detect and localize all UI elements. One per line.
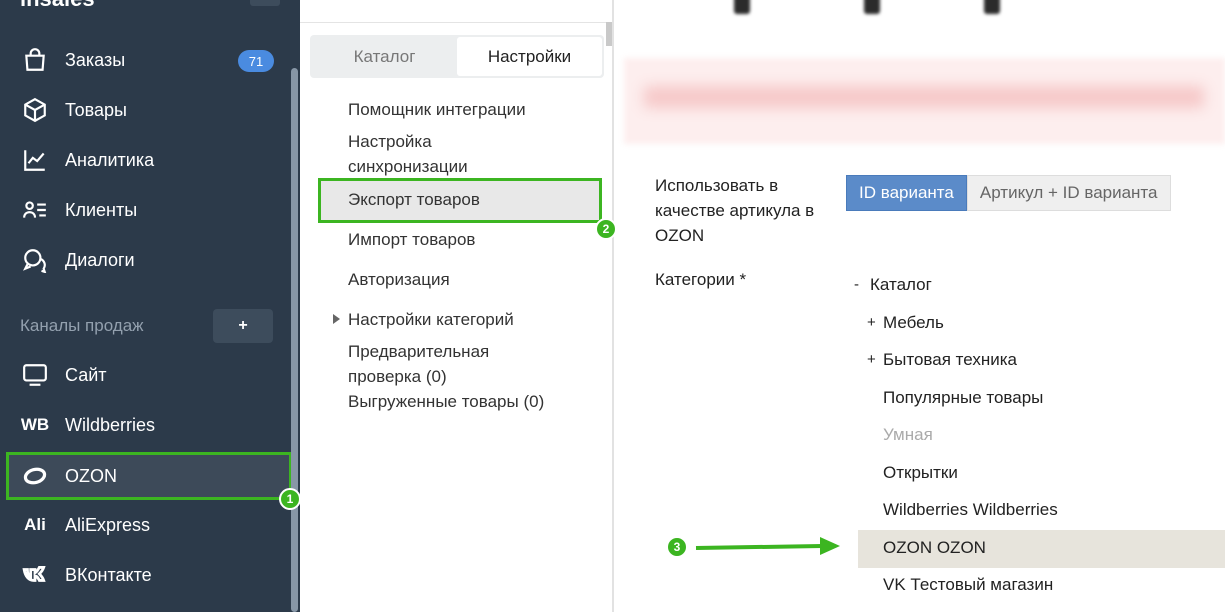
menu-item-export-products[interactable]: Экспорт товаров xyxy=(348,187,480,212)
tree-node-label: Мебель xyxy=(883,312,944,332)
tab-catalog[interactable]: Каталог xyxy=(312,37,457,76)
tree-node-catalog[interactable]: - Каталог xyxy=(854,266,932,303)
tree-node-appliances[interactable]: + Бытовая техника xyxy=(867,341,1017,378)
sidebar-item-aliexpress[interactable]: Ali AliExpress xyxy=(6,501,292,549)
blurred-page-title xyxy=(704,0,1004,20)
chat-bubbles-icon xyxy=(20,245,50,275)
sidebar-item-vkontakte[interactable]: ВКонтакте xyxy=(6,551,292,599)
sidebar: insales Заказы 71 Товары Аналитика Клиен… xyxy=(0,0,300,612)
sidebar-item-label: Wildberries xyxy=(65,414,156,435)
orders-count-badge: 71 xyxy=(238,50,274,72)
tree-node-furniture[interactable]: + Мебель xyxy=(867,304,944,341)
option-sku-plus-variant-id[interactable]: Артикул + ID варианта xyxy=(966,175,1171,211)
wildberries-logo-icon: WB xyxy=(20,415,50,434)
sidebar-item-ozon[interactable]: OZON xyxy=(6,452,292,500)
sidebar-item-label: Товары xyxy=(65,99,127,120)
expand-arrow-icon[interactable] xyxy=(333,314,340,324)
app-logo: insales xyxy=(20,0,95,12)
menu-item-category-settings[interactable]: Настройки категорий xyxy=(348,307,514,332)
tree-node-label: Бытовая техника xyxy=(883,349,1017,369)
menu-item-authorization[interactable]: Авторизация xyxy=(348,267,450,292)
sales-channels-heading: Каналы продаж xyxy=(20,316,144,335)
sidebar-item-wildberries[interactable]: WB Wildberries xyxy=(6,401,292,449)
tree-node-wildberries[interactable]: Wildberries Wildberries xyxy=(883,491,1058,528)
shopping-bag-icon xyxy=(20,45,50,75)
add-channel-button[interactable]: + xyxy=(213,309,273,343)
menu-item-sync-settings[interactable]: Настройка синхронизации xyxy=(348,129,528,179)
aliexpress-logo-icon: Ali xyxy=(24,515,46,534)
monitor-icon xyxy=(20,360,50,390)
vk-logo-icon xyxy=(20,560,50,590)
chart-line-icon xyxy=(20,145,50,175)
panel-tabs: Каталог Настройки xyxy=(310,35,604,78)
sidebar-item-clients[interactable]: Клиенты xyxy=(6,186,292,234)
users-list-icon xyxy=(20,195,50,225)
sidebar-collapse-button[interactable] xyxy=(250,0,280,6)
tree-node-popular[interactable]: Популярные товары xyxy=(883,379,1043,416)
option-variant-id[interactable]: ID варианта xyxy=(846,175,967,211)
panel-top-border xyxy=(300,22,612,23)
expand-toggle[interactable]: + xyxy=(867,314,883,331)
ozon-logo-icon xyxy=(20,461,50,491)
sidebar-item-label: ВКонтакте xyxy=(65,564,152,585)
sidebar-item-label: Сайт xyxy=(65,364,107,385)
categories-label: Категории * xyxy=(655,270,747,289)
menu-item-exported-products[interactable]: Выгруженные товары (0) xyxy=(348,389,548,414)
sidebar-item-orders[interactable]: Заказы 71 xyxy=(6,36,292,84)
sidebar-item-products[interactable]: Товары xyxy=(6,86,292,134)
pointer-arrow-icon xyxy=(695,537,840,555)
integration-menu-panel: Каталог Настройки xyxy=(300,0,612,612)
step-marker-3: 3 xyxy=(666,536,688,558)
collapse-toggle[interactable]: - xyxy=(854,276,870,293)
tree-node-smart[interactable]: Умная xyxy=(883,416,933,453)
export-settings-content: Использовать в качестве артикула в OZON … xyxy=(614,0,1225,612)
step-marker-1: 1 xyxy=(279,488,301,510)
sidebar-item-dialogs[interactable]: Диалоги xyxy=(6,236,292,284)
tree-node-postcards[interactable]: Открытки xyxy=(883,454,958,491)
menu-item-preliminary-check[interactable]: Предварительная проверка (0) xyxy=(348,339,523,389)
sidebar-item-label: OZON xyxy=(65,465,117,486)
sidebar-scrollbar[interactable] xyxy=(291,68,298,612)
tree-node-vk-store[interactable]: VK Тестовый магазин xyxy=(883,566,1053,603)
sidebar-item-site[interactable]: Сайт xyxy=(6,351,292,399)
expand-toggle[interactable]: + xyxy=(867,351,883,368)
article-source-toggle: ID варианта Артикул + ID варианта xyxy=(846,175,1171,211)
menu-item-integration-helper[interactable]: Помощник интеграции xyxy=(348,97,526,122)
sidebar-item-label: Клиенты xyxy=(65,199,138,220)
sidebar-item-label: Заказы xyxy=(65,49,126,70)
step-marker-2: 2 xyxy=(595,218,617,240)
sidebar-item-label: Диалоги xyxy=(65,249,135,270)
sidebar-item-label: AliExpress xyxy=(65,514,151,535)
sidebar-item-label: Аналитика xyxy=(65,149,155,170)
sidebar-item-analytics[interactable]: Аналитика xyxy=(6,136,292,184)
blurred-notice-banner xyxy=(624,58,1225,144)
article-setting-label: Использовать в качестве артикула в OZON xyxy=(655,176,815,245)
box-icon xyxy=(20,95,50,125)
tree-node-label: Каталог xyxy=(870,274,932,294)
tab-settings[interactable]: Настройки xyxy=(457,37,602,76)
menu-item-import-products[interactable]: Импорт товаров xyxy=(348,227,475,252)
tree-node-ozon[interactable]: OZON OZON xyxy=(883,529,986,566)
